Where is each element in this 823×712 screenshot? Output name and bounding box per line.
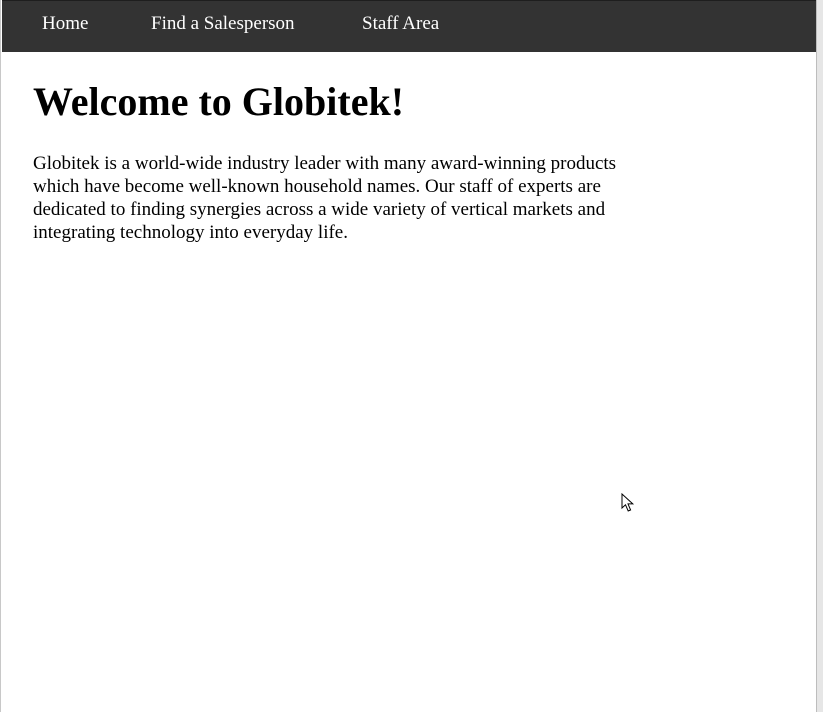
nav-link-home[interactable]: Home (42, 13, 88, 35)
mouse-pointer-icon (621, 493, 635, 512)
page-title: Welcome to Globitek! (33, 79, 405, 124)
window-scrollbar-edge[interactable] (816, 0, 823, 712)
browser-viewport: Home Find a Salesperson Staff Area Welco… (0, 0, 817, 712)
nav-link-staff-area[interactable]: Staff Area (362, 13, 439, 35)
intro-paragraph: Globitek is a world-wide industry leader… (33, 153, 617, 243)
nav-link-find-a-salesperson[interactable]: Find a Salesperson (151, 13, 295, 35)
top-navbar: Home Find a Salesperson Staff Area (2, 0, 817, 52)
